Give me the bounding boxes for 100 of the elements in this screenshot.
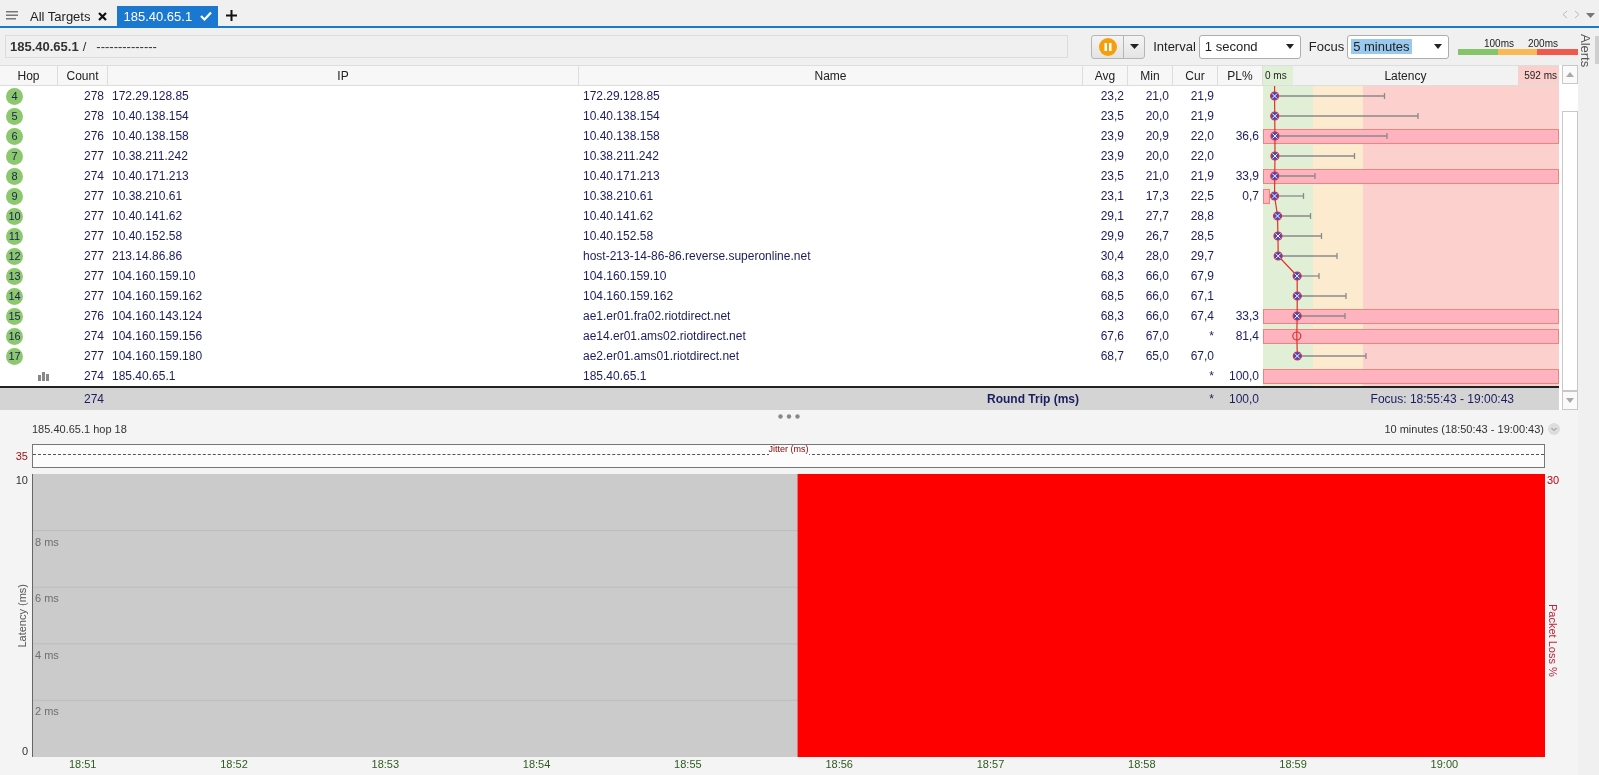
scroll-up-button[interactable] (1562, 65, 1578, 84)
table-cell: 21,0 (1145, 169, 1169, 183)
caret-icon (1434, 44, 1443, 49)
scroll-down-button[interactable] (1562, 391, 1578, 410)
table-cell: 10.38.210.61 (583, 189, 654, 203)
hop-number: 12 (6, 247, 23, 265)
interval-select[interactable]: 1 second (1198, 34, 1301, 59)
table-cell: 276 (83, 129, 104, 143)
table-cell: ae14.er01.ams02.riotdirect.net (583, 329, 746, 343)
table-cell: 66,0 (1145, 269, 1169, 283)
chevron-down-icon[interactable] (1548, 423, 1560, 435)
axis-min-label: 0 ms (1265, 70, 1287, 81)
table-cell: 67,0 (1145, 329, 1169, 343)
column-header[interactable]: Latency (1384, 68, 1427, 83)
separator: / (82, 39, 87, 54)
table-cell: 274 (83, 329, 104, 343)
column-header[interactable]: Hop (0, 66, 58, 85)
table-cell: 104.160.159.162 (112, 289, 203, 303)
bar-chart-icon[interactable] (38, 371, 50, 381)
table-cell: 10.40.141.62 (112, 209, 183, 223)
alerts-tab[interactable]: Alerts (1578, 34, 1593, 68)
table-cell: 22,0 (1190, 129, 1214, 143)
axis-label: 0 (21, 745, 28, 757)
table-cell: 33,9 (1235, 169, 1259, 183)
axis-label: 18:56 (825, 758, 853, 770)
caret-icon (1129, 44, 1139, 49)
table-cell: 68,5 (1100, 289, 1124, 303)
hop-number: 9 (6, 187, 23, 205)
focus-select[interactable]: 5 minutes (1347, 34, 1450, 59)
table-cell: 21,0 (1145, 89, 1169, 103)
table-cell: 10.40.141.62 (583, 209, 654, 223)
tab[interactable]: 185.40.65.1 (117, 6, 219, 26)
table-cell: 100,0 (1228, 369, 1259, 383)
column-header[interactable]: Avg (1083, 66, 1128, 85)
table-cell: 10.40.171.213 (112, 169, 189, 183)
tab[interactable]: All Targets (26, 6, 114, 26)
close-icon[interactable] (98, 11, 108, 21)
column-header[interactable]: IP (108, 66, 579, 85)
table-cell: 68,3 (1100, 269, 1124, 283)
table-cell: 172.29.128.85 (112, 89, 189, 103)
table-cell: 66,0 (1145, 289, 1169, 303)
table-cell: 23,9 (1100, 129, 1124, 143)
axis-label: 18:52 (220, 758, 248, 770)
drag-handle[interactable] (778, 413, 800, 419)
jitter-label: Jitter (ms) (768, 445, 809, 455)
y-axis-title: Latency (ms) (16, 583, 28, 648)
table-cell: 29,7 (1190, 249, 1214, 263)
column-header[interactable]: Min (1128, 66, 1173, 85)
hop-number: 4 (6, 87, 23, 105)
gridline-label: 6 ms (35, 592, 59, 605)
table-cell: ae1.er01.fra02.riotdirect.net (583, 309, 731, 323)
scroll-right-icon[interactable] (1574, 10, 1580, 19)
pause-icon (1098, 37, 1117, 56)
axis-label: 30 (1547, 474, 1560, 486)
table-cell: 274 (83, 169, 104, 183)
table-cell: 104.160.159.10 (112, 269, 196, 283)
gridline-label: 2 ms (35, 705, 59, 718)
down-arrow-icon (1566, 398, 1574, 403)
up-arrow-icon (1566, 72, 1574, 77)
jitter-value: 35 (15, 450, 28, 462)
table-cell: 104.160.159.156 (112, 329, 203, 343)
check-icon (200, 11, 213, 21)
focus-range: Focus: 18:55:43 - 19:00:43 (1370, 392, 1514, 406)
target-host: 185.40.65.1 (10, 39, 79, 54)
table-cell: 277 (83, 249, 104, 263)
scrollbar-thumb[interactable] (1562, 111, 1578, 391)
axis-label: 18:57 (976, 758, 1005, 770)
table-cell: 67,6 (1100, 329, 1124, 343)
column-header[interactable]: Cur (1173, 66, 1218, 85)
column-header[interactable]: Name (579, 66, 1083, 85)
hop-number: 16 (6, 327, 23, 345)
table-cell: 29,1 (1100, 209, 1124, 223)
dropdown-icon[interactable] (1586, 10, 1595, 19)
table-cell: 277 (83, 149, 104, 163)
y-axis-title: Packet Loss % (1547, 604, 1559, 677)
table-cell: 278 (83, 109, 104, 123)
scroll-left-icon[interactable] (1562, 10, 1568, 19)
add-tab-icon[interactable] (226, 10, 238, 21)
table-cell: 67,9 (1190, 269, 1214, 283)
target-description: -------------- (96, 39, 157, 54)
table-cell: 172.29.128.85 (583, 89, 660, 103)
table-cell: * (1209, 392, 1214, 406)
table-cell: 10.40.152.58 (112, 229, 183, 243)
table-cell: 104.160.143.124 (112, 309, 203, 323)
table-cell: 10.40.138.154 (112, 109, 189, 123)
interval-label: Interval (1153, 39, 1196, 54)
column-header[interactable]: Count (58, 66, 108, 85)
table-cell: * (1209, 369, 1214, 383)
table-cell: * (1209, 329, 1214, 343)
graph-title: 185.40.65.1 hop 18 (32, 423, 127, 435)
table-cell: 67,0 (1190, 349, 1214, 363)
table-cell: 21,9 (1190, 89, 1214, 103)
menu-icon[interactable] (6, 11, 18, 20)
axis-label: 18:53 (371, 758, 400, 770)
table-cell: 66,0 (1145, 309, 1169, 323)
table-cell: 185.40.65.1 (112, 369, 176, 383)
table-cell: 20,0 (1145, 109, 1169, 123)
hop-number: 8 (6, 167, 23, 185)
focus-label: Focus (1308, 39, 1345, 54)
table-cell: 277 (83, 229, 104, 243)
